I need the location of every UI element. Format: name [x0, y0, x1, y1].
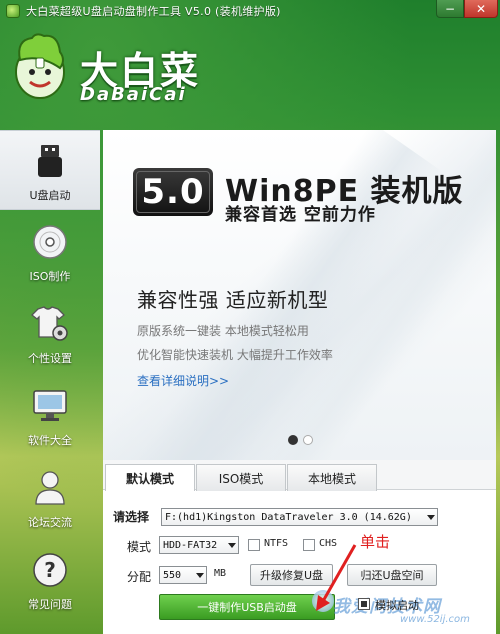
device-select[interactable]: F:(hd1)Kingston DataTraveler 3.0 (14.62G… — [161, 508, 438, 526]
alloc-select-value: 550 — [163, 569, 182, 581]
sidebar-item-software[interactable]: 软件大全 — [0, 376, 100, 456]
cabbage-logo-icon — [15, 33, 65, 99]
mode-select[interactable]: HDD-FAT32 — [159, 536, 239, 554]
logo-subtitle: DaBaiCai — [80, 84, 187, 105]
banner-heading: 兼容性强 适应新机型 — [137, 288, 329, 312]
shirt-gear-icon — [30, 304, 70, 344]
chevron-down-icon — [427, 515, 435, 520]
minimize-button[interactable]: − — [436, 0, 464, 18]
tab-default-mode[interactable]: 默认模式 — [105, 464, 195, 492]
device-select-value: F:(hd1)Kingston DataTraveler 3.0 (14.62G… — [165, 511, 412, 523]
sidebar-item-forum[interactable]: 论坛交流 — [0, 458, 100, 538]
banner-feature-2: 优化智能快速装机 大幅提升工作效率 — [137, 348, 333, 362]
svg-text:?: ? — [44, 558, 56, 582]
monitor-icon — [30, 386, 70, 426]
sidebar-item-label: 常见问题 — [28, 598, 72, 611]
window-title: 大白菜超级U盘启动盘制作工具 V5.0 (装机维护版) — [26, 5, 281, 18]
app-window: 大白菜超级U盘启动盘制作工具 V5.0 (装机维护版) − ✕ 大白菜 DaBa… — [0, 0, 500, 634]
sidebar-item-usb-boot[interactable]: U盘启动 — [0, 130, 100, 210]
sidebar-item-label: U盘启动 — [29, 189, 71, 202]
chevron-down-icon — [228, 543, 236, 548]
alloc-label: 分配 — [127, 570, 152, 584]
red-arrow-icon — [316, 544, 357, 611]
sidebar-item-label: 软件大全 — [28, 434, 72, 447]
alloc-unit: MB — [214, 568, 227, 579]
user-icon — [30, 468, 70, 508]
usb-drive-icon — [30, 141, 70, 181]
sidebar-item-label: ISO制作 — [29, 270, 71, 283]
mode-tabs: 默认模式 ISO模式 本地模式 — [103, 460, 496, 492]
ntfs-label: NTFS — [264, 538, 289, 549]
alloc-select[interactable]: 550 — [159, 566, 207, 584]
sidebar-item-label: 论坛交流 — [28, 516, 72, 529]
sidebar-item-personalize[interactable]: 个性设置 — [0, 294, 100, 374]
title-bar: 大白菜超级U盘启动盘制作工具 V5.0 (装机维护版) — [0, 0, 500, 22]
main-panel: 5.0 Win8PE 装机版 兼容首选 空前力作 兼容性强 适应新机型 原版系统… — [103, 130, 496, 634]
carousel-dot-active[interactable] — [288, 435, 298, 445]
sidebar-item-iso[interactable]: ISO制作 — [0, 212, 100, 292]
promo-banner: 5.0 Win8PE 装机版 兼容首选 空前力作 兼容性强 适应新机型 原版系统… — [103, 130, 496, 460]
disc-icon — [30, 222, 70, 262]
device-label: 请选择 — [113, 510, 150, 524]
watermark-url: www.52ij.com — [400, 614, 470, 625]
app-icon — [6, 4, 20, 18]
details-link[interactable]: 查看详细说明>> — [137, 372, 229, 389]
banner-feature-1: 原版系统一键装 本地模式轻松用 — [137, 324, 309, 338]
sidebar-item-label: 个性设置 — [28, 352, 72, 365]
banner-tagline: 兼容首选 空前力作 — [225, 205, 376, 225]
tab-iso-mode[interactable]: ISO模式 — [196, 464, 286, 491]
chevron-down-icon — [196, 573, 204, 578]
tab-local-mode[interactable]: 本地模式 — [287, 464, 377, 491]
simulate-boot-label: 模拟启动 — [375, 599, 419, 612]
ntfs-checkbox[interactable] — [248, 539, 260, 551]
question-icon: ? — [30, 550, 70, 590]
mode-label: 模式 — [127, 540, 152, 554]
mode-select-value: HDD-FAT32 — [163, 539, 218, 551]
make-usb-boot-button[interactable]: 一键制作USB启动盘 — [159, 594, 335, 620]
sidebar: U盘启动 ISO制作 个性设置 软件大全 论坛交流 ? 常见问题 — [0, 130, 100, 634]
carousel-dot[interactable] — [303, 435, 313, 445]
sidebar-item-faq[interactable]: ? 常见问题 — [0, 540, 100, 620]
close-button[interactable]: ✕ — [464, 0, 498, 18]
